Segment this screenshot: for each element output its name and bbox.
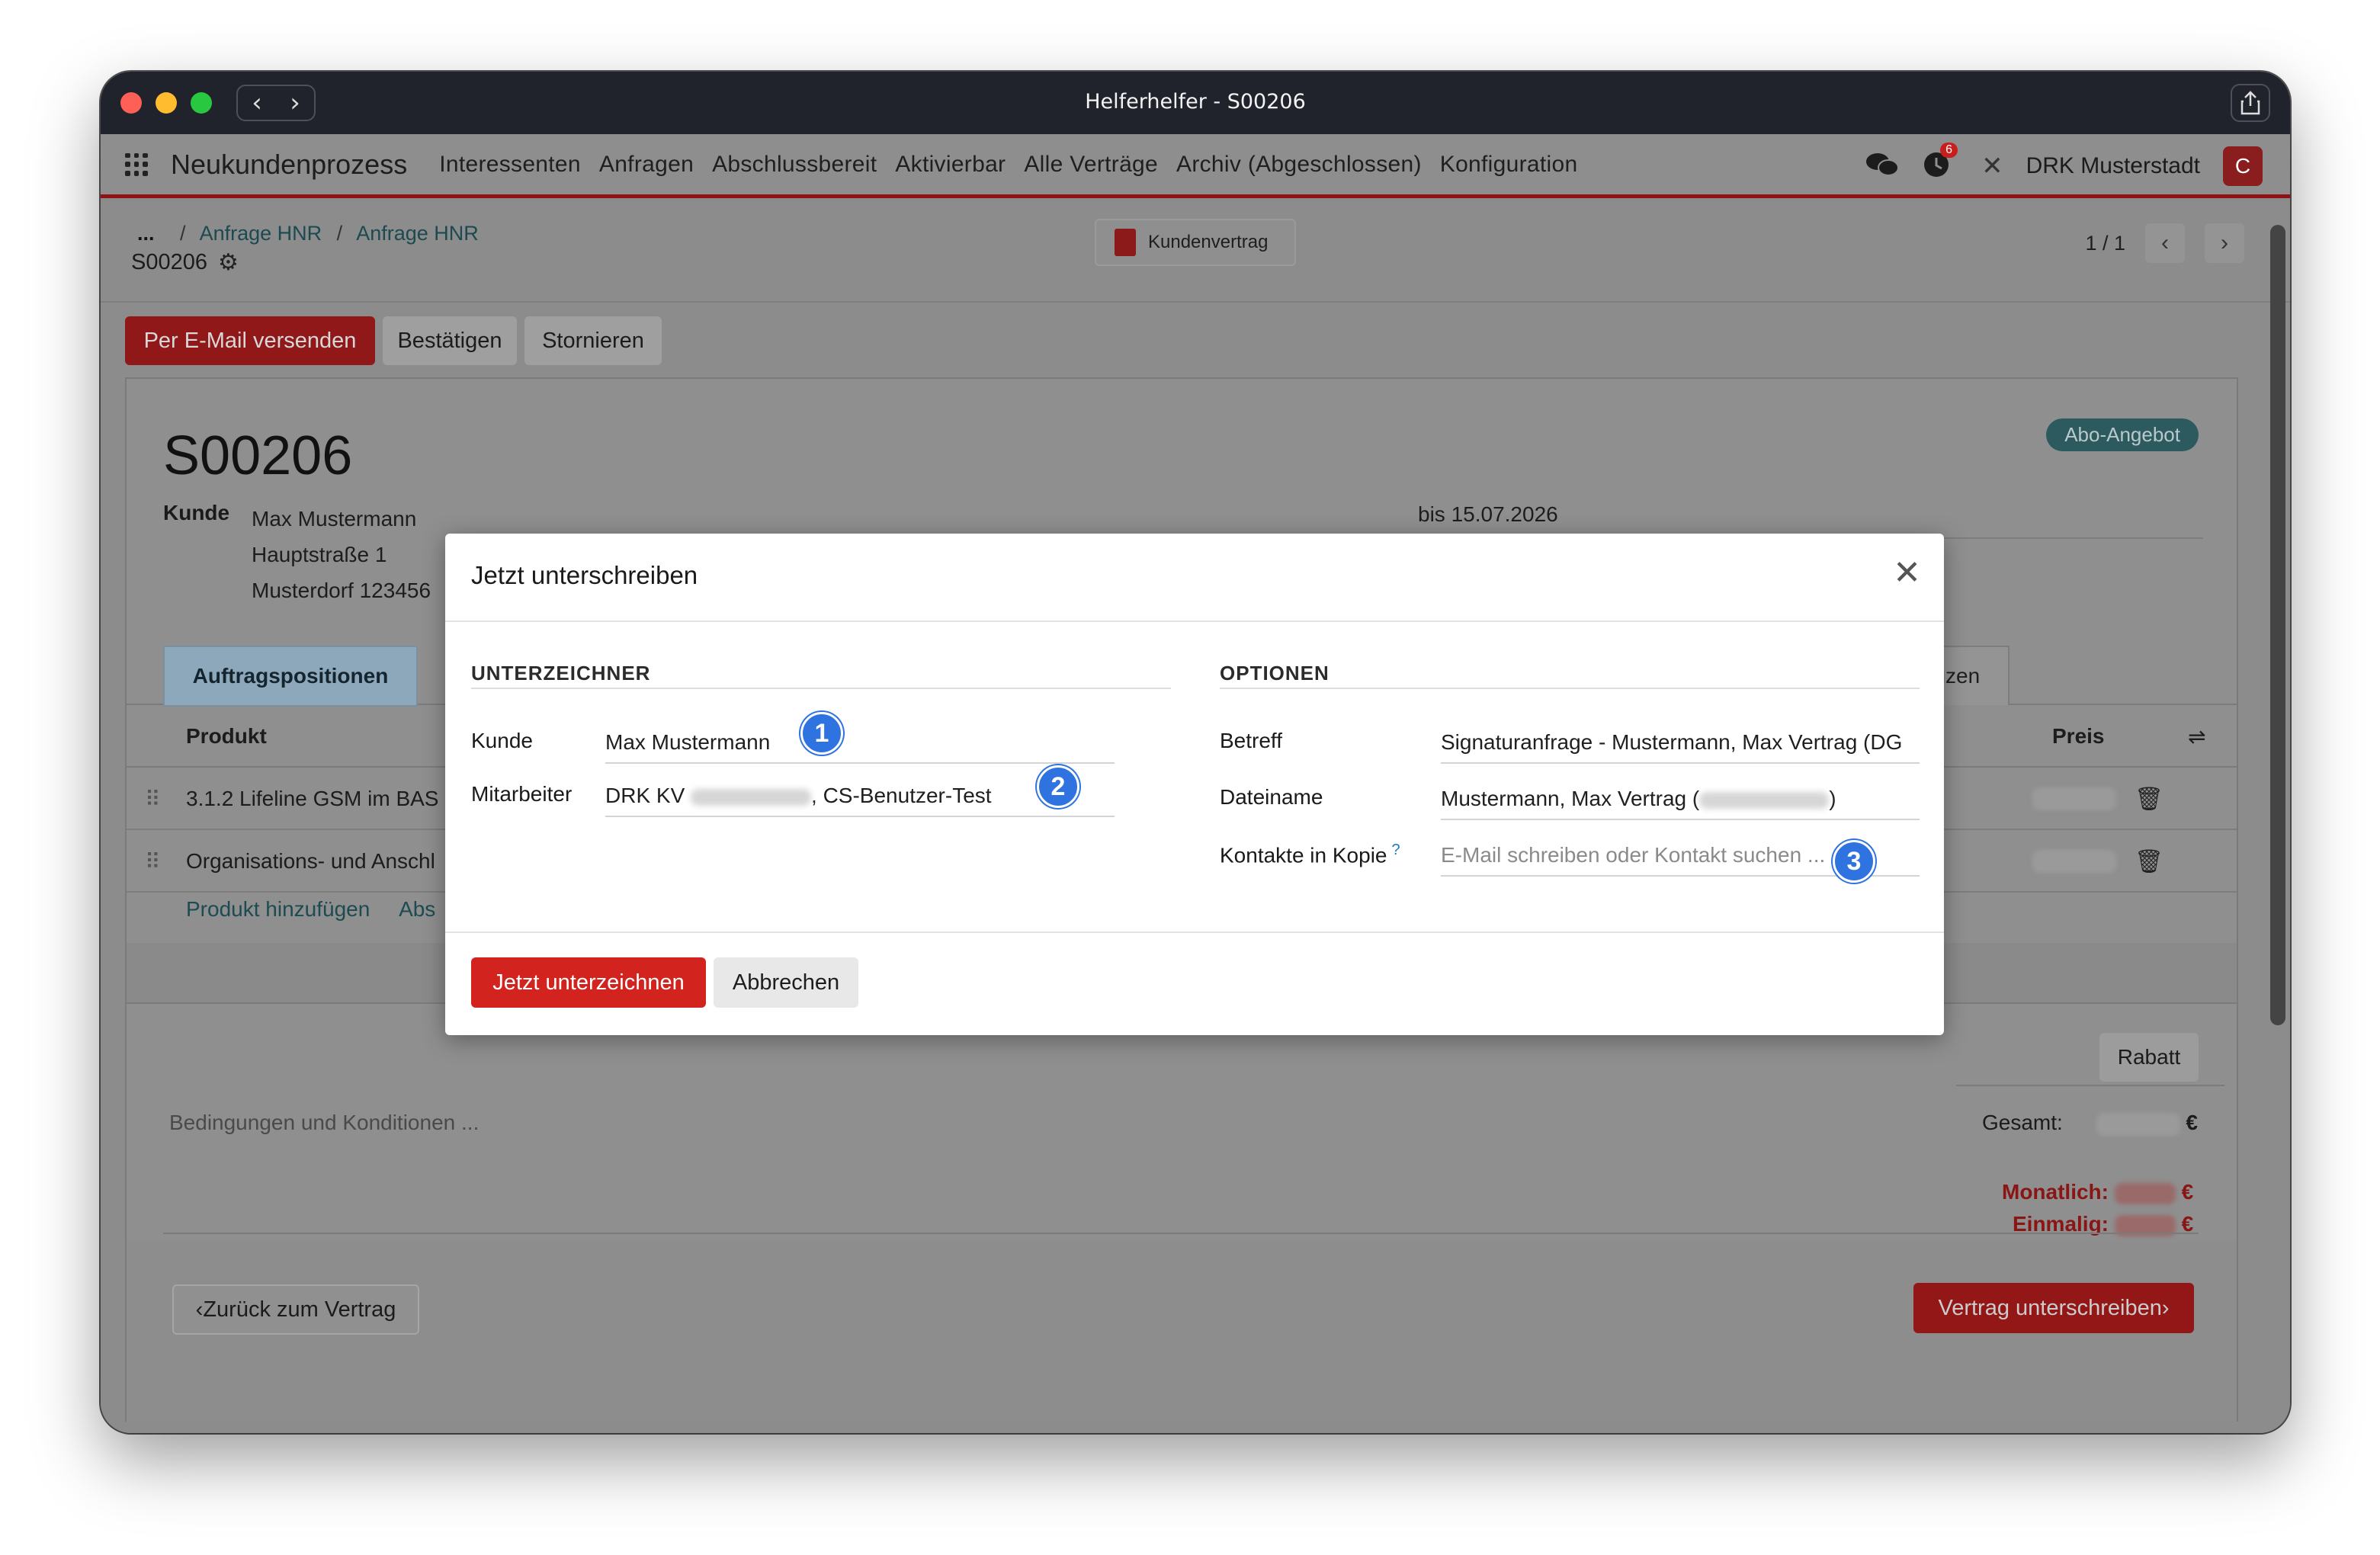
- add-product-link[interactable]: Produkt hinzufügen: [186, 897, 370, 921]
- trash-icon[interactable]: 🗑: [2135, 848, 2163, 875]
- pdf-icon: [1115, 229, 1136, 256]
- company-switcher[interactable]: DRK Musterstadt: [2026, 153, 2200, 179]
- close-icon[interactable]: ✕: [1893, 556, 1921, 590]
- window-title: Helferhelfer - S00206: [1085, 90, 1306, 114]
- filename-field-label: Dateiname: [1220, 785, 1323, 809]
- breadcrumb-item-1[interactable]: Anfrage HNR: [200, 222, 322, 245]
- abort-button[interactable]: Abbrechen: [714, 957, 858, 1008]
- pager-prev-icon[interactable]: ‹: [2145, 223, 2185, 263]
- employee-field-label: Mitarbeiter: [471, 782, 573, 806]
- share-icon[interactable]: [2231, 84, 2270, 122]
- menu-abschlussbereit[interactable]: Abschlussbereit: [712, 152, 877, 178]
- menu-alle-vertraege[interactable]: Alle Verträge: [1024, 152, 1158, 178]
- column-settings-icon[interactable]: ⇌: [2188, 724, 2205, 749]
- scrollbar[interactable]: [2270, 225, 2285, 1025]
- avatar[interactable]: C: [2223, 146, 2263, 186]
- apps-grid-icon[interactable]: [125, 152, 148, 176]
- customer-field-label: Kunde: [471, 729, 533, 752]
- subject-field[interactable]: Signaturanfrage - Mustermann, Max Vertra…: [1441, 730, 1920, 764]
- terms-field[interactable]: Bedingungen und Konditionen ...: [169, 1111, 479, 1135]
- dialog-title: Jetzt unterschreiben: [471, 561, 698, 589]
- marker-2: 2: [1037, 765, 1079, 808]
- customer-field[interactable]: Max Mustermann: [605, 730, 1115, 764]
- menu-anfragen[interactable]: Anfragen: [599, 152, 694, 178]
- signers-section-title: UNTERZEICHNER: [471, 662, 651, 685]
- menu-interessenten[interactable]: Interessenten: [439, 152, 581, 178]
- kundenvertrag-button[interactable]: Kundenvertrag: [1095, 219, 1296, 266]
- menu-archiv[interactable]: Archiv (Abgeschlossen): [1176, 152, 1422, 178]
- options-section-title: OPTIONEN: [1220, 662, 1330, 685]
- marker-3: 3: [1833, 840, 1875, 883]
- activity-clock-icon[interactable]: 6: [1922, 142, 1958, 183]
- drag-handle-icon[interactable]: ⠿: [145, 787, 161, 812]
- send-email-button[interactable]: Per E-Mail versenden: [125, 316, 375, 365]
- pager-next-icon[interactable]: ›: [2205, 223, 2244, 263]
- activity-badge: 6: [1940, 142, 1958, 158]
- navbar-right: 6 ✕ DRK Musterstadt C: [1865, 134, 2263, 198]
- status-badge: Abo-Angebot: [2046, 418, 2199, 451]
- chevron-right-icon: ›: [2161, 1295, 2170, 1320]
- recurring-totals: Monatlich: € Einmalig: €: [2002, 1180, 2194, 1236]
- valid-until: bis 15.07.2026: [1418, 502, 1558, 526]
- page-title: S00206: [163, 425, 353, 486]
- customer-address[interactable]: Max Mustermann Hauptstraße 1 Musterdorf …: [252, 501, 431, 608]
- drag-handle-icon[interactable]: ⠿: [145, 849, 161, 874]
- marker-1: 1: [800, 712, 843, 755]
- sign-contract-button[interactable]: Vertrag unterschreiben ›: [1913, 1283, 2194, 1333]
- app-brand[interactable]: Neukundenprozess: [171, 149, 407, 181]
- pager: 1 / 1 ‹ ›: [2085, 223, 2244, 263]
- back-to-contract-button[interactable]: ‹ Zurück zum Vertrag: [172, 1284, 419, 1335]
- pager-value: 1 / 1: [2085, 231, 2125, 255]
- tab-auftragspositionen[interactable]: Auftragspositionen: [163, 646, 418, 707]
- sign-now-button[interactable]: Jetzt unterzeichnen: [471, 957, 706, 1008]
- price-value: [2032, 850, 2116, 873]
- record-id: S00206 ⚙: [131, 249, 239, 276]
- cc-field-label: Kontakte in Kopie?: [1220, 842, 1400, 867]
- tools-icon[interactable]: ✕: [1981, 151, 2003, 181]
- cancel-order-button[interactable]: Stornieren: [524, 316, 662, 365]
- menu-konfiguration[interactable]: Konfiguration: [1440, 152, 1578, 178]
- menu-aktivierbar[interactable]: Aktivierbar: [895, 152, 1006, 178]
- customer-label: Kunde: [163, 501, 230, 524]
- price-value: [2032, 787, 2116, 810]
- help-icon[interactable]: ?: [1392, 842, 1400, 858]
- trash-icon[interactable]: 🗑: [2135, 786, 2163, 813]
- subject-field-label: Betreff: [1220, 729, 1282, 752]
- breadcrumb: ... / Anfrage HNR / Anfrage HNR: [137, 222, 479, 245]
- add-section-link[interactable]: Abs: [399, 897, 435, 921]
- main-navbar: Neukundenprozess Interessenten Anfragen …: [101, 134, 2290, 198]
- confirm-button[interactable]: Bestätigen: [383, 316, 517, 365]
- col-product: Produkt: [186, 724, 267, 748]
- title-bar: ‹ › Helferhelfer - S00206: [101, 72, 2290, 134]
- breadcrumb-ellipsis[interactable]: ...: [137, 222, 155, 245]
- total-row: Gesamt: €: [1982, 1111, 2198, 1136]
- add-line-links: Produkt hinzufügen Abs: [186, 897, 435, 922]
- sign-dialog: Jetzt unterschreiben ✕ UNTERZEICHNER OPT…: [445, 534, 1944, 1035]
- gear-icon[interactable]: ⚙: [218, 249, 239, 276]
- col-price: Preis: [2052, 724, 2105, 748]
- filename-field[interactable]: Mustermann, Max Vertrag (): [1441, 787, 1920, 820]
- chevron-left-icon: ‹: [195, 1297, 204, 1322]
- record-id-text: S00206: [131, 250, 207, 274]
- breadcrumb-item-2[interactable]: Anfrage HNR: [356, 222, 479, 245]
- chat-icon[interactable]: [1865, 151, 1900, 182]
- discount-button[interactable]: Rabatt: [2099, 1033, 2199, 1082]
